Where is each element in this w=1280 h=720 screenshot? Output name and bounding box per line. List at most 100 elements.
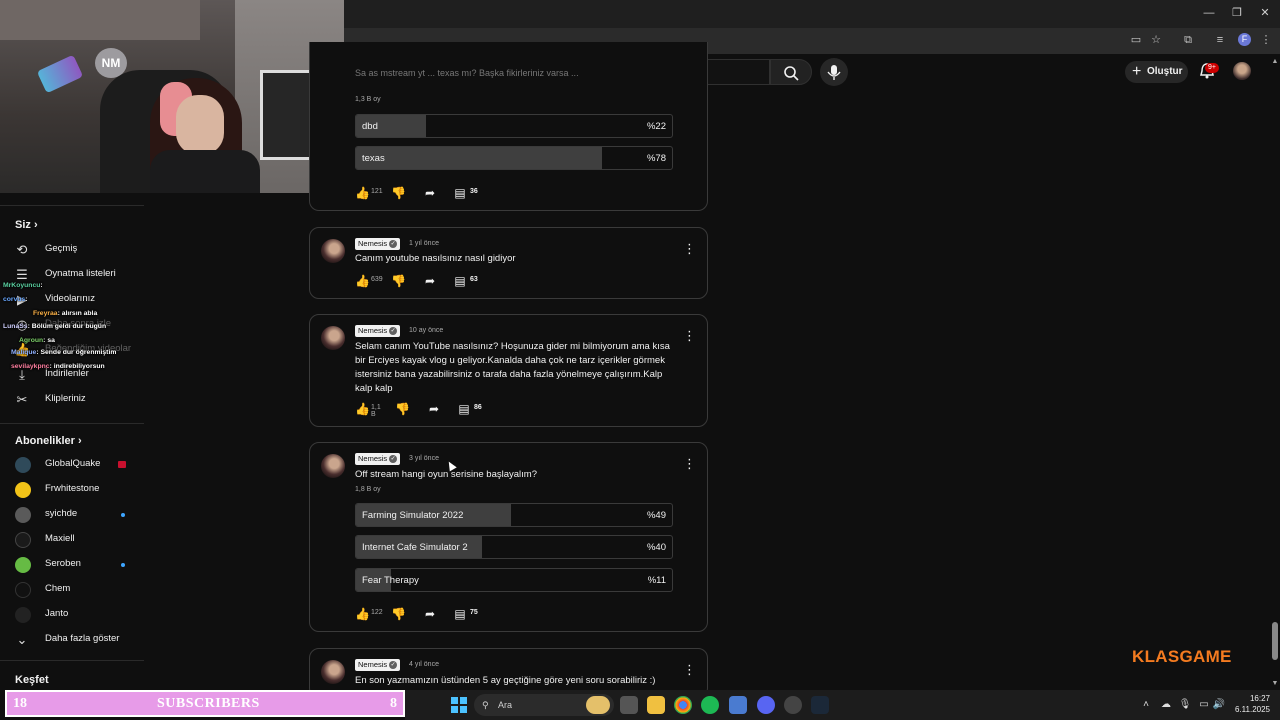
network-icon[interactable]: ▭ — [1197, 698, 1211, 712]
menu-kebab-icon[interactable]: ⋮ — [1258, 32, 1274, 48]
author-badge[interactable]: Nemesis ✓ — [355, 325, 401, 337]
like-icon[interactable]: 👍 — [355, 274, 370, 288]
restore-icon[interactable]: ❐ — [1228, 5, 1246, 21]
sidebar-item-history[interactable]: ⟲ Geçmiş — [0, 238, 144, 262]
tray-overflow-icon[interactable]: ˄ — [1139, 698, 1153, 712]
volume-icon[interactable]: 🔊 — [1212, 698, 1226, 712]
scrollbar-thumb[interactable] — [1272, 622, 1278, 660]
comment-icon[interactable]: ▤ — [453, 274, 467, 288]
create-button[interactable]: + Oluştur — [1125, 61, 1188, 83]
poll-option[interactable]: texas %78 — [355, 146, 673, 170]
verified-check-icon: ✓ — [389, 240, 398, 248]
author-avatar[interactable] — [321, 660, 345, 684]
poll-option[interactable]: dbd %22 — [355, 114, 673, 138]
author-avatar[interactable] — [321, 454, 345, 478]
windows-start-icon[interactable] — [451, 697, 467, 713]
post-time[interactable]: 1 yıl önce — [409, 240, 439, 247]
author-badge[interactable]: Nemesis ✓ — [355, 453, 401, 465]
comment-icon[interactable]: ▤ — [453, 607, 467, 621]
steam-icon[interactable] — [811, 696, 829, 714]
dislike-icon[interactable]: 👎 — [395, 402, 410, 416]
post-time[interactable]: 10 ay önce — [409, 327, 443, 334]
onedrive-icon[interactable]: ☁ — [1159, 698, 1173, 712]
sidebar-sub-seroben[interactable]: Seroben — [0, 553, 144, 577]
like-icon[interactable]: 👍 — [355, 402, 370, 416]
chat-message: Freyraa: alırsın abla — [33, 310, 98, 317]
post-menu-icon[interactable]: ⋮ — [683, 457, 696, 471]
post-menu-icon[interactable]: ⋮ — [683, 329, 696, 343]
chrome-icon[interactable] — [674, 696, 692, 714]
author-avatar[interactable] — [321, 239, 345, 263]
sidebar-show-more[interactable]: ⌄ Daha fazla göster — [0, 628, 144, 652]
chat-message: sevilaykpnc: indirebiliyorsun — [11, 363, 105, 370]
plus-icon: + — [1132, 63, 1142, 80]
subs-goal: 8 — [390, 696, 397, 711]
sponsor-logo: KLASGAME — [1132, 647, 1232, 666]
sidebar-heading-you[interactable]: Siz › — [15, 219, 38, 231]
author-badge[interactable]: Nemesis ✓ — [355, 238, 401, 250]
app-icon[interactable] — [729, 696, 747, 714]
sidebar-item-clips[interactable]: ✂ Klipleriniz — [0, 388, 144, 412]
minimize-icon[interactable]: — — [1200, 5, 1218, 21]
scroll-down-icon[interactable]: ▼ — [1271, 680, 1279, 688]
dislike-icon[interactable]: 👎 — [391, 607, 406, 621]
search-highlight-icon[interactable] — [586, 696, 610, 714]
bookmark-star-icon[interactable]: ☆ — [1148, 32, 1164, 48]
extensions-icon[interactable]: ⧉ — [1180, 32, 1196, 48]
media-icon[interactable]: ≡ — [1212, 32, 1228, 48]
profile-icon[interactable]: F — [1238, 33, 1251, 46]
poll-option[interactable]: Fear Therapy %11 — [355, 568, 673, 592]
poll-option[interactable]: Internet Cafe Simulator 2 %40 — [355, 535, 673, 559]
comment-count[interactable]: 63 — [470, 276, 478, 283]
obs-icon[interactable] — [784, 696, 802, 714]
cast-icon[interactable]: ▭ — [1128, 32, 1144, 48]
channel-avatar — [15, 482, 31, 498]
share-icon[interactable]: ➦ — [427, 402, 441, 416]
screen: — ❐ ✕ ▭ ☆ ⧉ ≡ F ⋮ Ara + Oluştur 9+ NM Si… — [0, 0, 1280, 720]
like-icon[interactable]: 👍 — [355, 607, 370, 621]
task-view-icon[interactable] — [620, 696, 638, 714]
microphone-icon[interactable]: 🎙 — [1178, 698, 1192, 712]
post-menu-icon[interactable]: ⋮ — [683, 663, 696, 677]
search-icon: ⚲ — [482, 700, 489, 710]
dislike-icon[interactable]: 👎 — [391, 274, 406, 288]
share-icon[interactable]: ➦ — [423, 274, 437, 288]
post-time[interactable]: 4 yıl önce — [409, 661, 439, 668]
comment-icon[interactable]: ▤ — [457, 402, 471, 416]
file-explorer-icon[interactable] — [647, 696, 665, 714]
share-icon[interactable]: ➦ — [423, 186, 437, 200]
sidebar-sub-chem[interactable]: Chem — [0, 578, 144, 602]
live-icon — [118, 461, 126, 468]
chat-message: MrKoyuncu: — [3, 282, 43, 289]
comment-count[interactable]: 75 — [470, 609, 478, 616]
spotify-icon[interactable] — [701, 696, 719, 714]
sidebar-sub-maxiell[interactable]: Maxiell — [0, 528, 144, 552]
scroll-up-icon[interactable]: ▲ — [1271, 58, 1279, 66]
post-menu-icon[interactable]: ⋮ — [683, 242, 696, 256]
discord-icon[interactable] — [757, 696, 775, 714]
share-icon[interactable]: ➦ — [423, 607, 437, 621]
sidebar-sub-frwhitestone[interactable]: Frwhitestone — [0, 478, 144, 502]
comment-icon[interactable]: ▤ — [453, 186, 467, 200]
comment-count[interactable]: 36 — [470, 188, 478, 195]
author-badge[interactable]: Nemesis ✓ — [355, 659, 401, 671]
close-icon[interactable]: ✕ — [1256, 5, 1274, 21]
like-icon[interactable]: 👍 — [355, 186, 370, 200]
sidebar-sub-janto[interactable]: Janto — [0, 603, 144, 627]
comment-count[interactable]: 86 — [474, 404, 482, 411]
sidebar-sub-syichde[interactable]: syichde — [0, 503, 144, 527]
search-button[interactable] — [770, 59, 812, 85]
channel-avatar — [15, 457, 31, 473]
sidebar-sub-globalquake[interactable]: GlobalQuake — [0, 453, 144, 477]
account-avatar[interactable] — [1233, 62, 1251, 80]
sidebar-heading-subscriptions[interactable]: Abonelikler › — [15, 435, 82, 447]
post-time[interactable]: 3 yıl önce — [409, 455, 439, 462]
chat-message: Agroun: sa — [19, 337, 55, 344]
taskbar-clock[interactable]: 16:27 6.11.2025 — [1228, 693, 1270, 715]
post-text: Off stream hangi oyun serisine başlayalı… — [355, 469, 537, 480]
verified-check-icon: ✓ — [389, 455, 398, 463]
poll-option[interactable]: Farming Simulator 2022 %49 — [355, 503, 673, 527]
voice-search-button[interactable] — [820, 58, 848, 86]
author-avatar[interactable] — [321, 326, 345, 350]
dislike-icon[interactable]: 👎 — [391, 186, 406, 200]
